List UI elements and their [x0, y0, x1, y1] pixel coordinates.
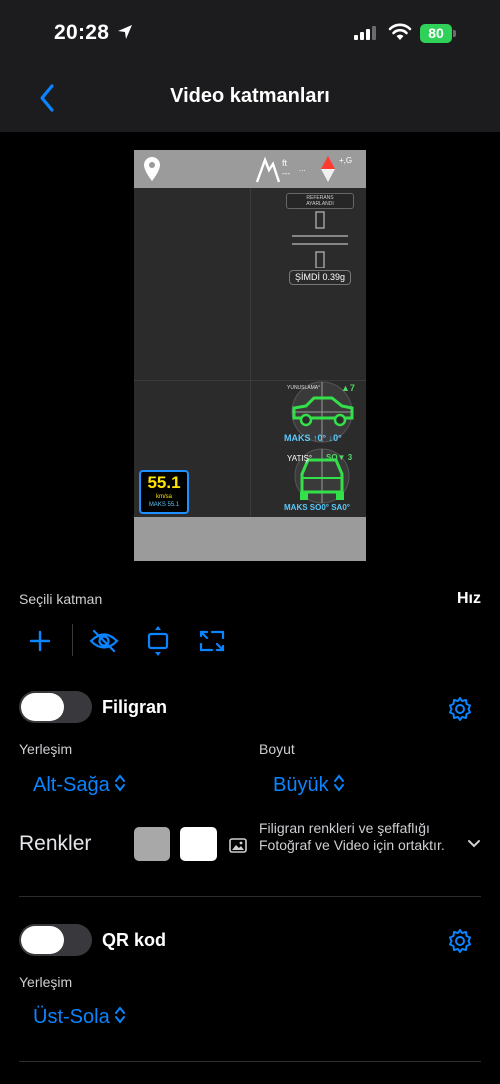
qr-label: QR kod	[102, 930, 167, 950]
video-preview[interactable]: ft --- ... +,G REFERANS AYARLANDI ŞİMDİ …	[134, 150, 366, 561]
chevron-down-icon[interactable]	[467, 838, 481, 850]
cellular-signal-icon	[354, 26, 376, 40]
navigation-bar: Video katmanları	[0, 66, 500, 132]
resize-expand-icon[interactable]	[198, 624, 226, 658]
watermark-size-picker[interactable]: Büyük	[273, 773, 345, 797]
battery-icon: 80	[420, 24, 456, 43]
add-layer-icon[interactable]	[28, 624, 52, 658]
watermark-label: Filigran	[102, 697, 168, 717]
colors-label: Renkler	[19, 832, 92, 855]
heading-value: ...	[299, 164, 306, 173]
speed-max: MAKS 55.1	[148, 502, 180, 508]
colors-note: Filigran renkleri ve şeffaflığı Fotoğraf…	[259, 820, 445, 853]
compass-icon	[321, 156, 335, 182]
section-divider	[19, 896, 481, 897]
speed-value: 55.1	[147, 473, 181, 492]
pitch-up-value: ▲7	[341, 383, 355, 393]
battery-percent: 80	[428, 25, 444, 41]
watermark-color-swatch-gray[interactable]	[134, 827, 170, 861]
selected-layer-value: Hız	[457, 590, 481, 607]
speed-unit: km/sa	[155, 494, 172, 500]
pitch-max-value: MAKS ↑0° ↓0°	[284, 433, 342, 443]
qr-placement-label: Yerleşim	[19, 974, 73, 990]
watermark-placement-picker[interactable]: Alt-Sağa	[33, 773, 126, 797]
watermark-toggle[interactable]	[19, 691, 92, 723]
qr-toggle[interactable]	[19, 924, 92, 956]
roll-left-value: SO▼ 3	[326, 453, 353, 462]
g-force-crosshair	[292, 211, 348, 268]
altitude-unit: ft	[282, 158, 288, 168]
current-g-readout: ŞİMDİ 0.39g	[289, 270, 351, 285]
preview-bottom-bar	[134, 517, 366, 561]
watermark-size-label: Boyut	[259, 741, 295, 757]
section-divider	[19, 1061, 481, 1062]
chevron-up-down-icon	[333, 774, 344, 792]
roll-max-value: MAKS SO0° SA0°	[284, 503, 350, 512]
watermark-color-swatch-white[interactable]	[180, 827, 217, 861]
roll-label: YATIŞ°	[287, 454, 313, 463]
selected-layer-label: Seçili katman	[19, 591, 103, 607]
chevron-up-down-icon	[114, 774, 125, 792]
altitude-mountain-icon	[255, 156, 281, 183]
watermark-placement-label: Yerleşim	[19, 741, 73, 757]
photo-icon[interactable]	[229, 838, 247, 853]
status-bar: 20:28 80	[0, 0, 500, 66]
qr-placement-picker[interactable]: Üst-Sola	[33, 1005, 126, 1029]
g-force-label: +,G	[339, 156, 353, 165]
reference-badge: REFERANS AYARLANDI	[286, 193, 354, 209]
status-time: 20:28	[54, 21, 110, 44]
altitude-value: ---	[282, 169, 290, 178]
vertical-align-icon[interactable]	[146, 624, 170, 658]
chevron-up-down-icon	[114, 1006, 125, 1024]
page-title: Video katmanları	[170, 85, 330, 107]
speed-widget[interactable]: 55.1 km/sa MAKS 55.1	[139, 470, 189, 514]
qr-settings-gear-icon[interactable]	[447, 928, 473, 954]
wifi-icon	[388, 23, 412, 40]
location-arrow-icon	[118, 25, 132, 39]
location-pin-icon	[144, 157, 160, 181]
watermark-settings-gear-icon[interactable]	[447, 696, 473, 722]
hide-layer-icon[interactable]	[88, 624, 120, 658]
